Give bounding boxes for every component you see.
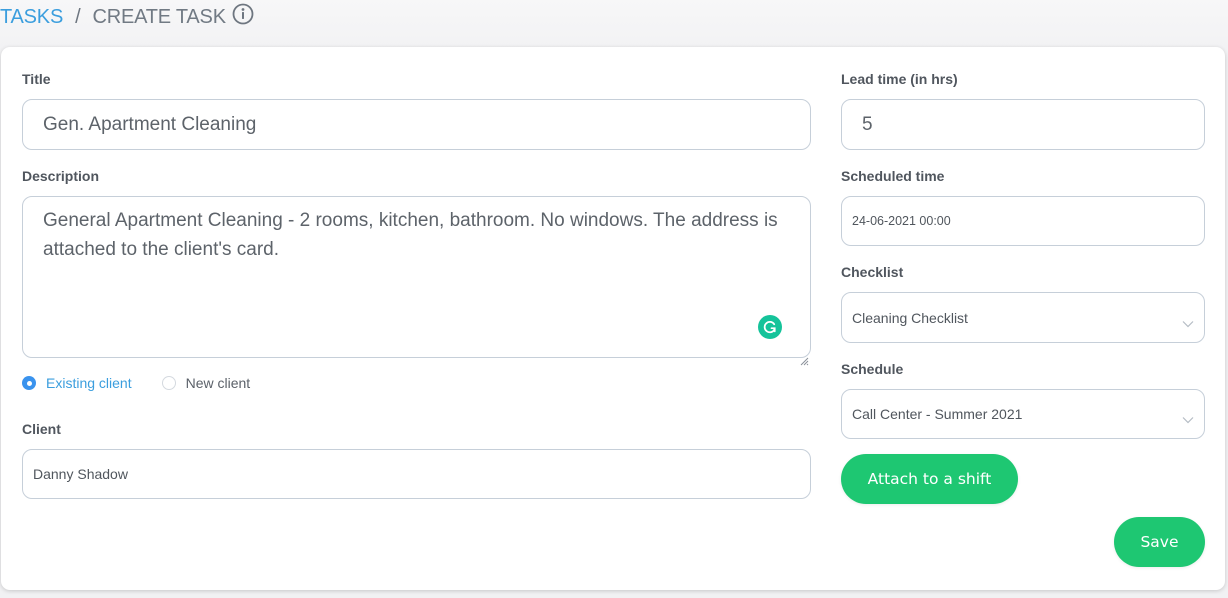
grammarly-icon[interactable] (758, 315, 782, 339)
client-type-radio-group: Existing client New client (22, 375, 250, 391)
client-input-value: Danny Shadow (33, 466, 128, 482)
info-circle-icon[interactable] (232, 3, 254, 25)
attach-to-shift-button[interactable]: Attach to a shift (841, 454, 1018, 504)
save-button[interactable]: Save (1114, 517, 1205, 567)
title-label: Title (22, 71, 51, 87)
scheduled-time-input[interactable]: 24-06-2021 00:00 (841, 196, 1205, 246)
page-title: CREATE TASK (92, 5, 226, 28)
new-client-label[interactable]: New client (186, 375, 251, 391)
title-input-value: Gen. Apartment Cleaning (43, 113, 257, 135)
lead-time-label: Lead time (in hrs) (841, 71, 958, 87)
schedule-select[interactable]: Call Center - Summer 2021 (841, 389, 1205, 439)
client-input[interactable]: Danny Shadow (22, 449, 811, 499)
new-client-radio[interactable] (161, 376, 176, 390)
client-label: Client (22, 421, 61, 437)
create-task-form: Title Gen. Apartment Cleaning Descriptio… (1, 47, 1225, 590)
schedule-selected-value: Call Center - Summer 2021 (852, 406, 1023, 422)
breadcrumb-tasks-link[interactable]: TASKS (0, 6, 63, 29)
breadcrumb: TASKS / CREATE TASK (0, 3, 254, 31)
description-textarea[interactable]: General Apartment Cleaning - 2 rooms, ki… (22, 196, 811, 366)
title-input[interactable]: Gen. Apartment Cleaning (22, 99, 811, 150)
existing-client-label[interactable]: Existing client (46, 375, 132, 391)
scheduled-time-value: 24-06-2021 00:00 (852, 214, 951, 228)
chevron-down-icon (1182, 315, 1194, 327)
checklist-selected-value: Cleaning Checklist (852, 309, 968, 326)
scheduled-time-label: Scheduled time (841, 168, 945, 184)
page: TASKS / CREATE TASK Title Gen. Apartment… (0, 0, 1228, 598)
description-label: Description (22, 168, 100, 184)
breadcrumb-separator: / (75, 5, 81, 28)
checklist-label: Checklist (841, 264, 904, 280)
lead-time-value: 5 (862, 113, 873, 135)
description-value: General Apartment Cleaning - 2 rooms, ki… (43, 210, 778, 260)
checklist-select[interactable]: Cleaning Checklist (841, 292, 1205, 343)
lead-time-input[interactable]: 5 (841, 99, 1205, 150)
chevron-down-icon (1182, 411, 1194, 424)
schedule-label: Schedule (841, 361, 904, 377)
resize-handle-icon[interactable] (799, 346, 809, 366)
existing-client-radio[interactable] (22, 376, 36, 390)
